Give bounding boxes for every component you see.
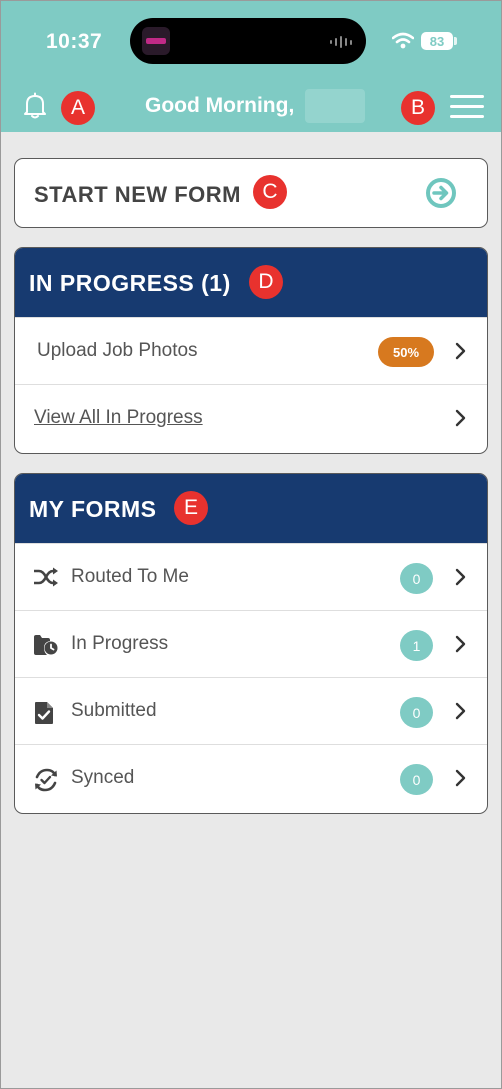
my-forms-item-in-progress[interactable]: In Progress 1 [15, 610, 487, 677]
arrow-circle-right-icon [426, 178, 456, 208]
start-new-form-label: START NEW FORM [34, 182, 242, 207]
greeting-text: Good Morning, [145, 94, 295, 117]
battery-level: 83 [429, 33, 445, 49]
view-all-in-progress-label: View All In Progress [34, 407, 203, 428]
progress-badge: 50% [378, 337, 434, 367]
in-progress-item-label: Upload Job Photos [37, 340, 198, 361]
folder-clock-icon [34, 635, 58, 655]
count-badge: 1 [400, 630, 433, 661]
wifi-icon [392, 32, 414, 49]
marker-c: C [253, 175, 287, 209]
chevron-right-icon [455, 702, 466, 720]
audio-wave-icon [330, 36, 352, 48]
chevron-right-icon [455, 409, 466, 427]
in-progress-item[interactable]: Upload Job Photos 50% [15, 317, 487, 384]
my-forms-header: MY FORMS [15, 474, 487, 543]
now-playing-thumbnail [142, 27, 170, 55]
my-forms-item-label: Submitted [71, 700, 157, 721]
marker-d: D [249, 265, 283, 299]
start-new-form-button[interactable]: START NEW FORM [14, 158, 488, 228]
my-forms-item-submitted[interactable]: Submitted 0 [15, 677, 487, 744]
my-forms-item-label: Routed To Me [71, 566, 189, 587]
battery-tip [454, 37, 457, 45]
document-check-icon [35, 702, 53, 724]
bell-icon[interactable] [22, 92, 48, 120]
my-forms-item-label: In Progress [71, 633, 169, 654]
marker-b: B [401, 91, 435, 125]
count-badge: 0 [400, 563, 433, 594]
marker-e: E [174, 491, 208, 525]
count-badge: 0 [400, 697, 433, 728]
hamburger-menu-icon[interactable] [450, 94, 484, 120]
user-name-redacted [305, 89, 365, 123]
my-forms-item-synced[interactable]: Synced 0 [15, 744, 487, 811]
chevron-right-icon [455, 342, 466, 360]
dynamic-island [130, 18, 366, 64]
my-forms-item-label: Synced [71, 767, 135, 788]
my-forms-card: MY FORMS Routed To Me 0 In Progress 1 Su… [14, 473, 488, 814]
chevron-right-icon [455, 769, 466, 787]
chevron-right-icon [455, 635, 466, 653]
top-bar: 10:37 83 A Good Morning, B [0, 0, 502, 132]
status-time: 10:37 [46, 30, 103, 53]
battery-indicator: 83 [421, 32, 453, 50]
sync-check-icon [35, 768, 57, 792]
chevron-right-icon [455, 568, 466, 586]
shuffle-icon [34, 567, 58, 587]
marker-a: A [61, 91, 95, 125]
count-badge: 0 [400, 764, 433, 795]
view-all-in-progress-link[interactable]: View All In Progress [15, 384, 487, 451]
my-forms-item-routed-to-me[interactable]: Routed To Me 0 [15, 543, 487, 610]
